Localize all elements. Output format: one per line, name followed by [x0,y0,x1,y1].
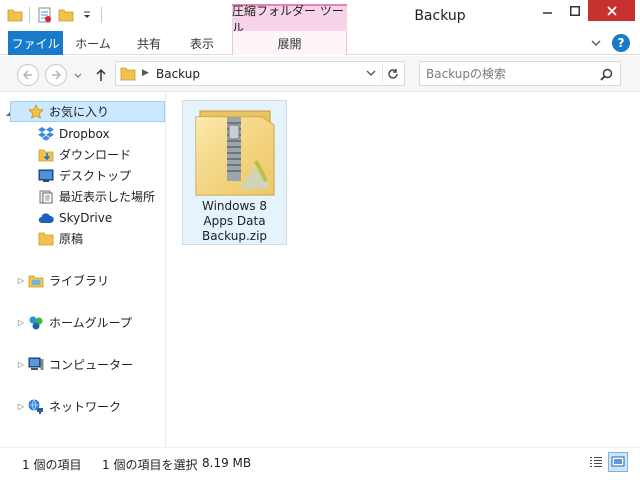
file-item-zip[interactable]: Windows 8 Apps Data Backup.zip [182,100,287,245]
expand-arrow-icon[interactable]: ▷ [16,401,26,411]
nav-desktop[interactable]: デスクトップ [37,165,131,186]
nav-label: ネットワーク [49,400,122,414]
folder-icon [37,230,54,247]
homegroup-icon [27,314,44,331]
minimize-button[interactable] [535,0,561,21]
recent-locations-button[interactable] [72,70,84,82]
close-icon [606,5,617,16]
search-box [419,61,621,86]
star-icon [27,103,44,120]
ribbon-tabs: ファイル ホーム 共有 表示 展開 ? [0,31,640,55]
nav-favorites[interactable]: お気に入り [10,101,165,122]
nav-label: 原稿 [59,232,84,246]
chevron-down-icon [366,70,376,76]
nav-label: コンピューター [49,358,134,372]
new-folder-button[interactable] [57,6,74,24]
minimize-icon [543,11,552,14]
libraries-icon [27,272,44,289]
search-input[interactable] [426,65,596,83]
zip-folder-icon [192,105,278,200]
tab-file[interactable]: ファイル [8,31,63,55]
file-list[interactable]: Windows 8 Apps Data Backup.zip [167,93,640,447]
nav-homegroup[interactable]: ホームグループ [27,312,132,333]
help-icon: ? [617,36,625,50]
computer-icon [27,356,44,373]
properties-button[interactable] [36,6,53,24]
title-bar: 圧縮フォルダー ツール Backup [0,0,640,35]
item-count: 1 個の項目 [22,458,82,472]
expand-arrow-icon[interactable]: ▷ [16,275,26,285]
nav-label: ホームグループ [49,316,132,330]
nav-recent-places[interactable]: 最近表示した場所 [37,186,155,207]
compressed-folder-tools-label: 圧縮フォルダー ツール [232,4,347,35]
tab-extract[interactable]: 展開 [232,31,347,55]
nav-label: Dropbox [59,126,110,141]
details-view-icon [590,457,602,467]
tab-home[interactable]: ホーム [68,31,118,55]
expand-arrow-icon[interactable]: ▷ [16,317,26,327]
customize-toolbar-button[interactable] [78,6,95,24]
status-bar: 1 個の項目 1 個の項目を選択 8.19 MB [0,447,640,480]
dropbox-icon [37,125,54,142]
selection-size: 8.19 MB [202,456,252,470]
nav-label: デスクトップ [59,169,132,183]
nav-manuscripts[interactable]: 原稿 [37,228,83,249]
nav-network[interactable]: ネットワーク [27,396,121,417]
window-title: Backup [414,8,466,24]
large-icons-view-icon [611,456,625,467]
maximize-button[interactable] [561,0,588,21]
nav-label: 最近表示した場所 [59,190,156,204]
cloud-icon [37,209,54,226]
chevron-down-icon [74,73,82,78]
quick-access-toolbar [6,6,104,24]
back-button[interactable] [17,64,39,86]
large-icons-view-button[interactable] [608,452,628,472]
nav-computer[interactable]: コンピューター [27,354,133,375]
search-icon[interactable] [598,66,614,82]
maximize-icon [569,5,580,16]
file-name-label: Windows 8 Apps Data Backup.zip [201,199,268,243]
breadcrumb-separator-icon[interactable]: ▶ [142,68,149,78]
nav-skydrive[interactable]: SkyDrive [37,207,112,228]
arrow-left-icon [22,70,32,80]
expand-arrow-icon[interactable]: ▷ [16,359,26,369]
forward-button[interactable] [45,64,67,86]
nav-libraries[interactable]: ライブラリ [27,270,109,291]
arrow-right-icon [52,70,62,80]
navigation-pane: ◢ お気に入り Dropbox ダウンロード デスクトップ 最近表示した場所 S [0,93,166,447]
tab-share[interactable]: 共有 [126,31,172,55]
network-icon [27,398,44,415]
close-button[interactable] [588,0,635,21]
nav-label: SkyDrive [59,210,113,225]
downloads-folder-icon [37,146,54,163]
expand-ribbon-button[interactable] [588,35,604,51]
up-button[interactable] [92,66,110,84]
folder-icon [120,66,136,84]
address-history-button[interactable] [364,66,378,80]
address-bar[interactable]: ▶ Backup [115,61,405,86]
folder-icon [6,6,23,24]
nav-label: お気に入り [49,105,110,119]
refresh-button[interactable] [382,65,402,83]
arrow-up-icon [96,68,106,81]
refresh-icon [387,69,398,79]
help-button[interactable]: ? [612,34,630,52]
nav-label: ライブラリ [49,274,110,288]
breadcrumb-current[interactable]: Backup [156,67,200,81]
desktop-icon [37,167,54,184]
chevron-down-icon [591,40,601,46]
recent-places-icon [37,188,54,205]
nav-dropbox[interactable]: Dropbox [37,123,110,144]
toolbar-divider [29,7,30,23]
details-view-button[interactable] [586,452,606,472]
toolbar-divider [101,7,102,23]
selection-count: 1 個の項目を選択 [102,458,198,472]
tab-view[interactable]: 表示 [180,31,224,55]
nav-downloads[interactable]: ダウンロード [37,144,131,165]
nav-label: ダウンロード [59,148,132,162]
